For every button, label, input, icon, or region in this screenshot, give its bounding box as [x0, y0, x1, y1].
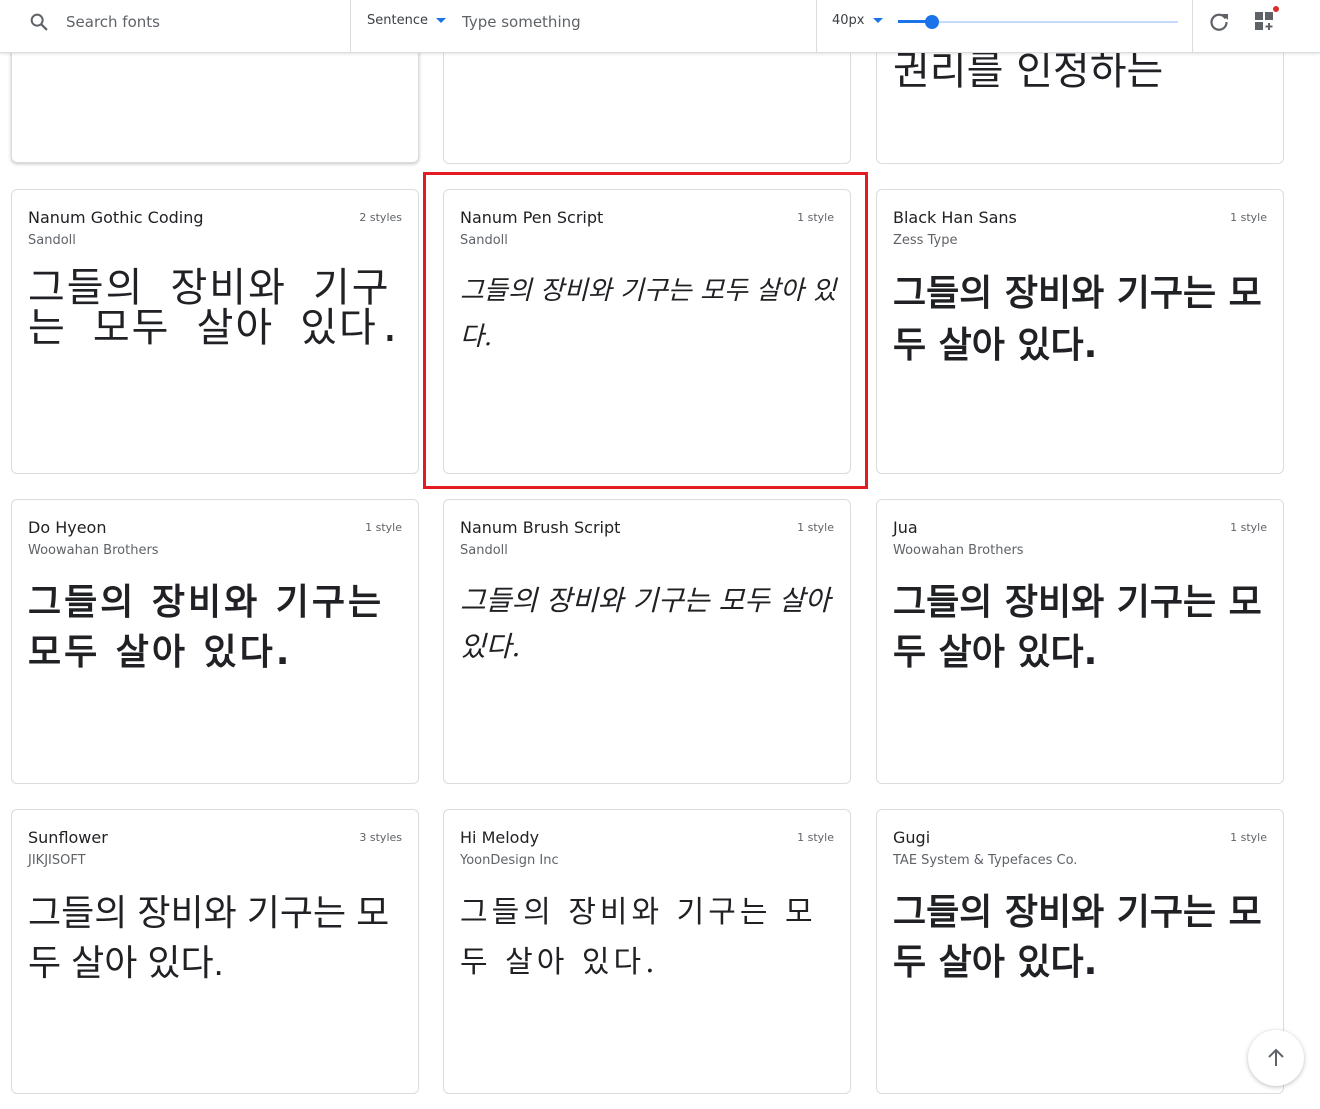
- font-name: Jua: [893, 518, 918, 537]
- font-name: Black Han Sans: [893, 208, 1017, 227]
- font-name: Gugi: [893, 828, 931, 847]
- font-name: Nanum Gothic Coding: [28, 208, 204, 227]
- font-sample-text: 권리를 인정하는: [893, 48, 1164, 94]
- font-sample-text: 그들의 장비와 기구는 모두 살아 있다.: [893, 892, 1262, 983]
- font-name: Nanum Brush Script: [460, 518, 621, 537]
- preview-text-section: Sentence: [352, 0, 817, 52]
- search-input[interactable]: [66, 10, 326, 34]
- font-sample-text: 그들의 장비와 기구는 모두 살아 있다.: [460, 584, 831, 663]
- font-sample-text: 그들의 장비와 기구는 모두 살아 있다.: [460, 276, 837, 352]
- style-count: 1 style: [797, 521, 834, 534]
- font-sample-text: 그들의 장비와 기구는 모두 살아 있다.: [893, 582, 1262, 673]
- style-count: 1 style: [365, 521, 402, 534]
- font-name: Hi Melody: [460, 828, 540, 847]
- style-count: 2 styles: [359, 211, 402, 224]
- font-size-select[interactable]: 40px: [832, 13, 883, 28]
- refresh-icon[interactable]: [1207, 10, 1231, 34]
- font-card-nanum-brush-script[interactable]: Nanum Brush Script Sandoll 1 style 그들의 장…: [443, 499, 851, 784]
- style-count: 1 style: [1230, 521, 1267, 534]
- font-name: Do Hyeon: [28, 518, 107, 537]
- font-author: YoonDesign Inc: [460, 853, 559, 868]
- font-card-sunflower[interactable]: Sunflower JIKJISOFT 3 styles 그들의 장비와 기구는…: [11, 809, 419, 1094]
- font-size-section: 40px: [818, 0, 1193, 52]
- font-sample-text: 그들의 장비와 기구는 모두 살아 있다.: [28, 265, 404, 351]
- font-name: Sunflower: [28, 828, 108, 847]
- search-section: [0, 0, 351, 52]
- font-sample-text: 그들의 장비와 기구는 모두 살아 있다.: [460, 895, 817, 980]
- preview-text-input[interactable]: [462, 10, 792, 34]
- style-count: 3 styles: [359, 831, 402, 844]
- notification-dot: [1273, 6, 1279, 12]
- font-sample-text: 그들의 장비와 기구는 모두 살아 있다.: [893, 273, 1262, 366]
- font-author: Woowahan Brothers: [28, 543, 159, 558]
- font-card-nanum-pen-script[interactable]: Nanum Pen Script Sandoll 1 style 그들의 장비와…: [443, 189, 851, 474]
- chevron-down-icon: [435, 18, 446, 23]
- font-sample-text: 그들의 장비와 기구는 모두 살아 있다.: [28, 892, 390, 983]
- slider-thumb[interactable]: [924, 15, 939, 29]
- font-size-slider[interactable]: [898, 15, 1178, 29]
- font-author: Zess Type: [893, 233, 958, 248]
- style-count: 1 style: [797, 831, 834, 844]
- style-count: 1 style: [797, 211, 834, 224]
- preview-mode-label: Sentence: [367, 13, 428, 28]
- slider-track: [898, 21, 1178, 23]
- font-sample-text: 그들의 장비와 기구는 모두 살아 있다.: [28, 582, 385, 673]
- font-card-gugi[interactable]: Gugi TAE System & Typefaces Co. 1 style …: [876, 809, 1284, 1094]
- style-count: 1 style: [1230, 211, 1267, 224]
- font-card-hi-melody[interactable]: Hi Melody YoonDesign Inc 1 style 그들의 장비와…: [443, 809, 851, 1094]
- font-author: JIKJISOFT: [28, 853, 86, 868]
- font-name: Nanum Pen Script: [460, 208, 604, 227]
- style-count: 1 style: [1230, 831, 1267, 844]
- font-card-black-han-sans[interactable]: Black Han Sans Zess Type 1 style 그들의 장비와…: [876, 189, 1284, 474]
- collection-button[interactable]: [1253, 6, 1281, 35]
- font-author: Sandoll: [28, 233, 76, 248]
- top-toolbar: Sentence 40px: [0, 0, 1320, 53]
- font-size-label: 40px: [832, 13, 865, 28]
- back-to-top-button[interactable]: [1248, 1030, 1304, 1086]
- font-author: Woowahan Brothers: [893, 543, 1024, 558]
- font-card-nanum-gothic-coding[interactable]: Nanum Gothic Coding Sandoll 2 styles 그들의…: [11, 189, 419, 474]
- search-icon: [30, 13, 48, 31]
- font-card-do-hyeon[interactable]: Do Hyeon Woowahan Brothers 1 style 그들의 장…: [11, 499, 419, 784]
- preview-mode-select[interactable]: Sentence: [367, 13, 446, 28]
- font-author: Sandoll: [460, 233, 508, 248]
- chevron-down-icon: [872, 18, 883, 23]
- font-card-jua[interactable]: Jua Woowahan Brothers 1 style 그들의 장비와 기구…: [876, 499, 1284, 784]
- font-author: TAE System & Typefaces Co.: [893, 853, 1078, 868]
- font-author: Sandoll: [460, 543, 508, 558]
- arrow-up-icon: [1268, 1048, 1284, 1066]
